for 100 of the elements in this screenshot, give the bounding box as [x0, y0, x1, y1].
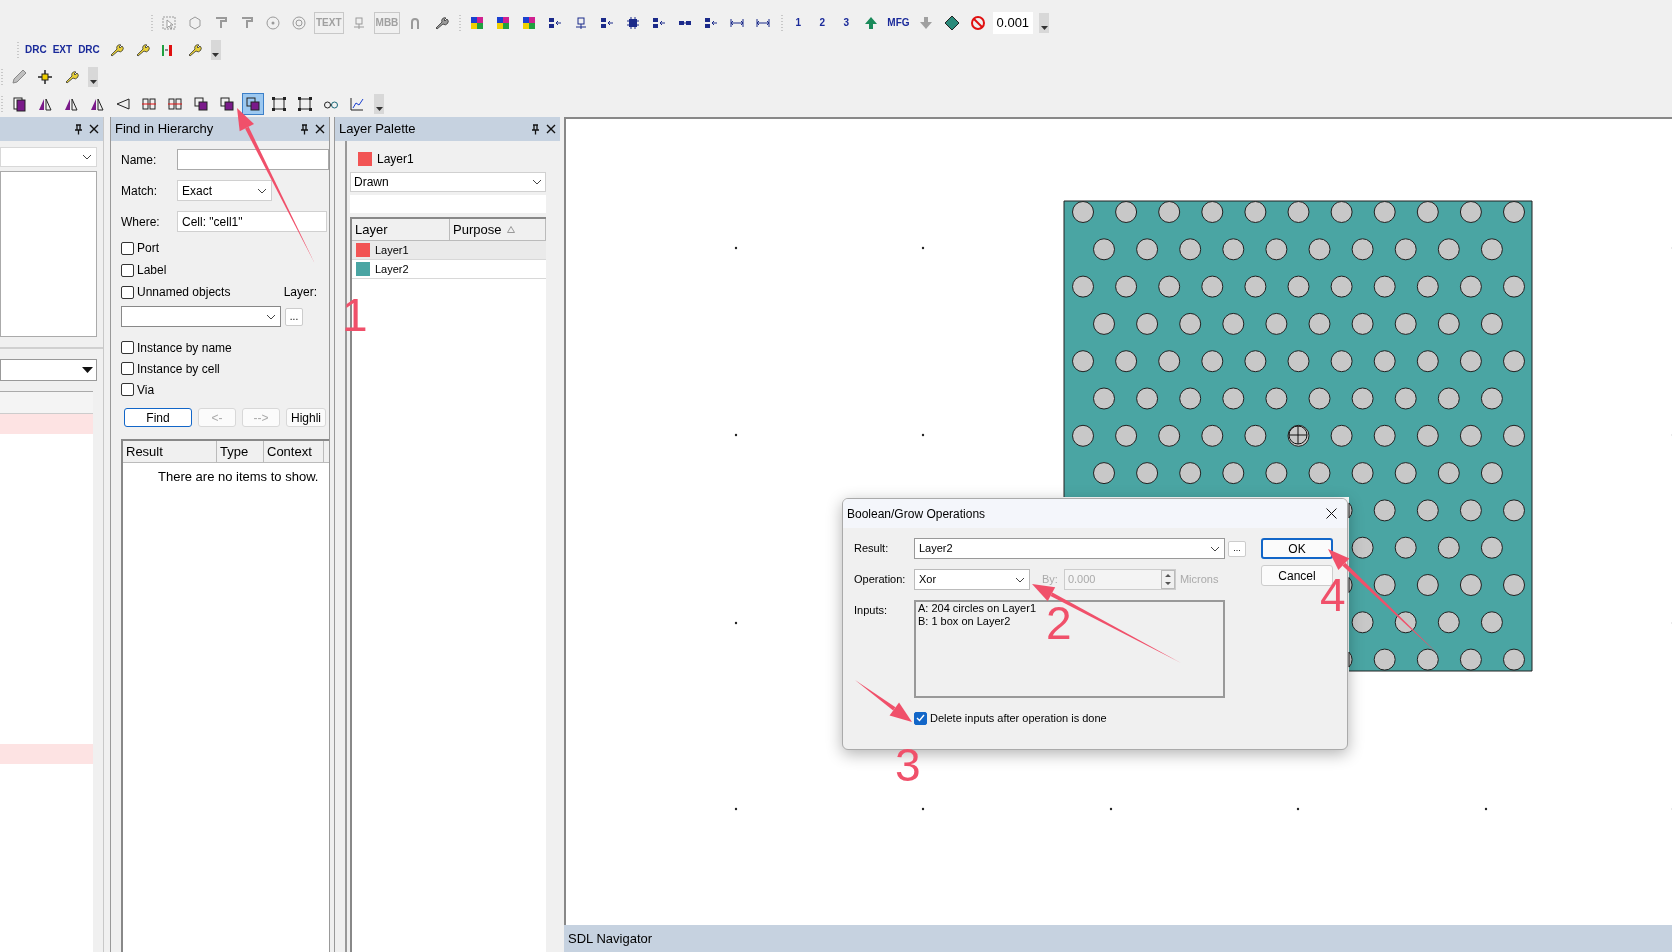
frame-icon [271, 96, 287, 112]
match-dropdown[interactable]: Exact [177, 180, 272, 201]
field-label: Result: [854, 541, 890, 557]
path-icon [213, 15, 229, 31]
pencil-icon [11, 69, 27, 85]
grip-icon[interactable] [0, 68, 4, 86]
grid-value-field[interactable]: 0.001 [992, 12, 1034, 34]
close-icon[interactable] [315, 124, 325, 134]
checkbox[interactable] [914, 711, 927, 725]
toolbar-button[interactable]: 1 [788, 12, 809, 34]
toolbar-overflow-button[interactable] [210, 40, 221, 60]
color-blocks-icon [521, 15, 538, 31]
cursor-icon [161, 15, 177, 31]
toolbar-button[interactable] [242, 93, 264, 115]
path-icon [239, 15, 255, 31]
checkbox[interactable] [121, 285, 134, 299]
toolbar-button[interactable]: DRC [24, 39, 48, 61]
frame-icon [297, 96, 313, 112]
panel-button[interactable]: Highli [286, 408, 326, 427]
input-line: B: 1 box on Layer2 [918, 615, 1011, 628]
diamond-icon [943, 15, 960, 31]
align-icon [703, 15, 720, 31]
down-arrow-icon [917, 15, 934, 31]
up-arrow-icon [863, 15, 880, 31]
close-icon[interactable] [1326, 508, 1337, 519]
checkbox-label: Label [137, 262, 167, 279]
close-icon[interactable] [89, 124, 99, 134]
caret-icon [212, 53, 220, 57]
name-field[interactable] [177, 149, 329, 170]
input-line: A: 204 circles on Layer1 [918, 602, 1036, 615]
field-label: Inputs: [854, 603, 889, 618]
overlapping-squares-icon [245, 96, 261, 112]
chevron-down-icon [1015, 576, 1025, 583]
checkbox[interactable] [121, 362, 134, 375]
field-label: Name: [121, 151, 158, 169]
polygon-icon [187, 15, 203, 31]
overlapping-squares-icon [219, 96, 235, 112]
checkbox[interactable] [121, 241, 134, 255]
grip-icon[interactable] [0, 95, 4, 113]
layer-dropdown[interactable] [121, 306, 281, 327]
spinner-arrows-icon [1160, 570, 1175, 589]
split-icon [141, 96, 157, 112]
toolbar-button[interactable]: 2 [812, 12, 833, 34]
toolbar-button[interactable]: MFG [886, 12, 911, 34]
wrench-icon [63, 69, 79, 85]
browse-button[interactable]: ... [285, 307, 303, 326]
field-label: Match: [121, 182, 158, 200]
crosshair-marker-icon [1288, 425, 1308, 445]
layer-row[interactable]: Layer2 [352, 260, 546, 279]
dropdown[interactable] [0, 359, 97, 381]
toolbar-button[interactable]: 3 [836, 12, 857, 34]
browse-button[interactable]: ... [1228, 540, 1246, 557]
caret-icon [89, 80, 97, 84]
where-dropdown[interactable]: Cell: "cell1" [177, 211, 327, 232]
panel-title: Layer Palette [339, 120, 416, 139]
layer-row[interactable]: Layer1 [352, 241, 546, 260]
ring-icon [291, 15, 307, 31]
split-icon [167, 96, 183, 112]
grip-icon[interactable] [780, 14, 785, 32]
toolbar-overflow-button[interactable] [1039, 13, 1050, 33]
toolbar-overflow-button[interactable] [88, 67, 98, 87]
column-header[interactable]: Type [217, 441, 264, 462]
overlapping-squares-icon [193, 96, 209, 112]
toolbar-button[interactable]: EXT [51, 39, 74, 61]
checkbox[interactable] [121, 383, 134, 396]
purpose-dropdown[interactable]: Drawn [350, 172, 546, 192]
mirror-icon [89, 96, 105, 112]
result-dropdown[interactable]: Layer2 [914, 538, 1225, 559]
dialog-button[interactable]: OK [1261, 538, 1333, 559]
column-header[interactable]: Purpose [450, 219, 546, 240]
column-header[interactable]: Result [123, 441, 217, 462]
page-icon [11, 96, 27, 112]
grip-icon[interactable] [458, 14, 463, 32]
pin-icon[interactable] [74, 123, 83, 135]
caret-icon [82, 367, 93, 373]
toolbar-overflow-button[interactable] [374, 94, 384, 114]
chevron-down-icon [266, 313, 276, 320]
pin-icon[interactable] [300, 123, 309, 135]
align-icon [547, 15, 564, 31]
chevron-down-icon [257, 187, 267, 194]
grip-icon[interactable] [150, 14, 154, 32]
operation-dropdown[interactable]: Xor [914, 569, 1030, 590]
close-icon[interactable] [546, 124, 556, 134]
checkbox[interactable] [121, 341, 134, 354]
layer-name: Layer2 [375, 261, 409, 277]
checkbox-label: Port [137, 240, 159, 257]
column-header[interactable]: Layer [352, 219, 450, 240]
toolbar-button[interactable]: DRC [77, 39, 101, 61]
checkbox-label: Delete inputs after operation is done [930, 711, 1107, 726]
grip-icon[interactable] [16, 41, 20, 59]
field-label: By: [1042, 572, 1058, 588]
checkbox-label: Instance by name [137, 339, 232, 357]
color-blocks-icon [495, 15, 512, 31]
column-header[interactable]: Context [264, 441, 324, 462]
annotation-number: 3 [895, 742, 921, 788]
checkbox[interactable] [121, 263, 134, 277]
pin-icon[interactable] [531, 123, 540, 135]
unit-label: Microns [1179, 572, 1219, 588]
panel-button[interactable]: Find [124, 408, 192, 427]
circle-icon [265, 15, 281, 31]
